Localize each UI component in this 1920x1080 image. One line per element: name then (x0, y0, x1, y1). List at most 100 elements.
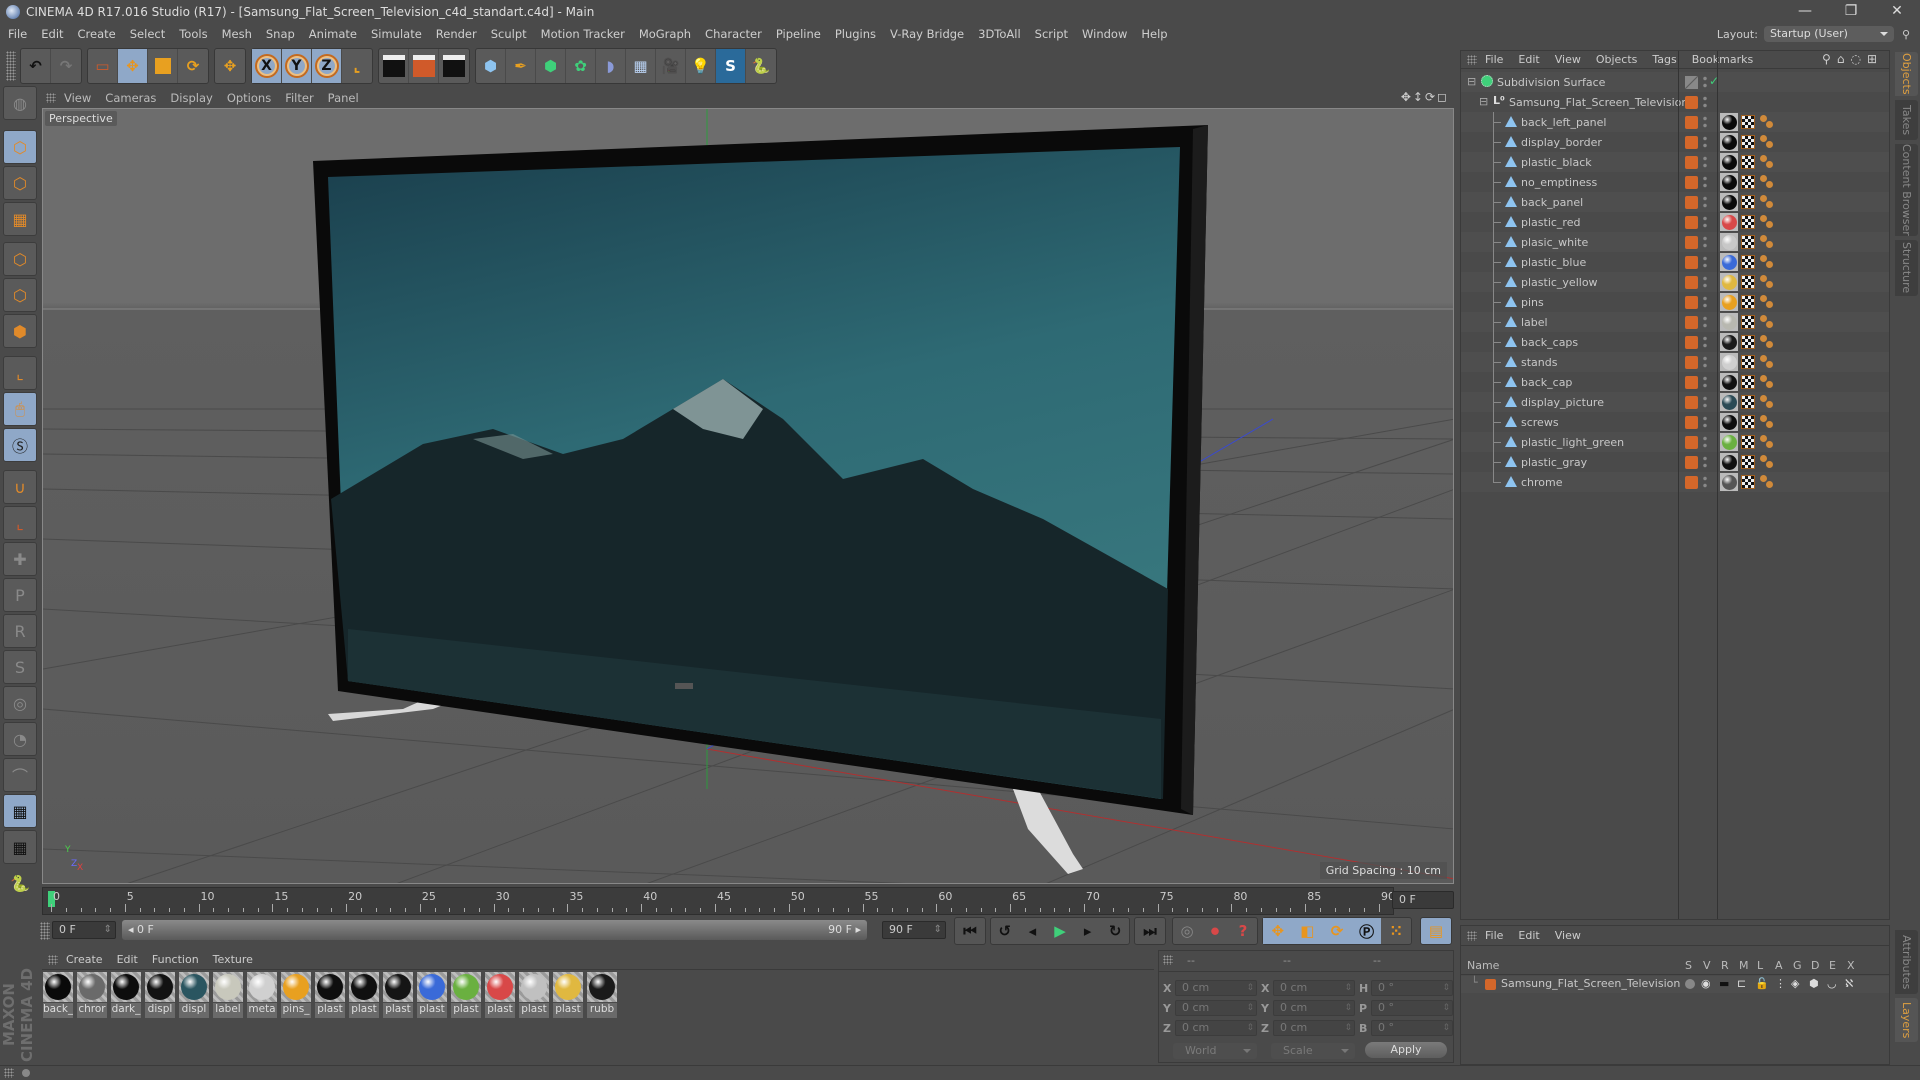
material-tag-icon[interactable] (1720, 193, 1738, 211)
render-settings-icon[interactable] (439, 49, 469, 83)
col-locked[interactable]: L (1757, 959, 1763, 972)
object-name[interactable]: pins (1521, 296, 1544, 309)
phong-tag-icon[interactable] (1760, 135, 1774, 149)
y-axis-lock[interactable]: Y (282, 49, 312, 83)
manager-toggle-icon[interactable]: ⊏ (1737, 977, 1746, 990)
close-button[interactable]: ✕ (1874, 0, 1920, 22)
layer-color-icon[interactable] (1685, 336, 1698, 349)
object-name[interactable]: no_emptiness (1521, 176, 1597, 189)
tab-takes[interactable]: Takes (1895, 100, 1918, 140)
position-y-field[interactable]: 0 cm (1175, 1000, 1257, 1016)
rotation-b-field[interactable]: 0 ° (1371, 1020, 1453, 1036)
visibility-dots[interactable] (1703, 375, 1707, 389)
col-animation[interactable]: A (1775, 959, 1783, 972)
object-row[interactable]: plastic_gray (1461, 452, 1889, 472)
live-selection-icon[interactable]: ✥ (215, 49, 245, 83)
subdivision-surface-icon[interactable]: ⬢ (536, 49, 566, 83)
animation-toggle-icon[interactable]: ⋮ (1775, 977, 1786, 990)
end-frame-field[interactable]: 90 F (882, 921, 946, 939)
menu-edit[interactable]: Edit (41, 27, 63, 41)
uvw-tag-icon[interactable] (1741, 435, 1755, 449)
material-swatch[interactable]: label (212, 972, 244, 1062)
om-menu-file[interactable]: File (1485, 53, 1503, 66)
menu-help[interactable]: Help (1141, 27, 1167, 41)
layer-color-icon[interactable] (1685, 216, 1698, 229)
visibility-dots[interactable] (1703, 195, 1707, 209)
menu-mograph[interactable]: MoGraph (639, 27, 691, 41)
menu-file[interactable]: File (8, 27, 27, 41)
layer-color-icon[interactable] (1685, 156, 1698, 169)
col-xref[interactable]: X (1847, 959, 1855, 972)
om-search-icon[interactable]: ⚲ (1822, 52, 1837, 66)
col-view[interactable]: V (1703, 959, 1711, 972)
rotation-p-field[interactable]: 0 ° (1371, 1000, 1453, 1016)
uvw-tag-icon[interactable] (1741, 415, 1755, 429)
points-mode-icon[interactable]: ⬡ (3, 242, 37, 276)
collapse-icon[interactable]: ⊟ (1479, 95, 1488, 108)
uvw-tag-icon[interactable] (1741, 115, 1755, 129)
array-cloner-icon[interactable]: ✿ (566, 49, 596, 83)
uvw-tag-icon[interactable] (1741, 175, 1755, 189)
minimize-button[interactable]: — (1782, 0, 1828, 22)
visibility-dots[interactable] (1703, 435, 1707, 449)
material-tag-icon[interactable] (1720, 413, 1738, 431)
object-row-samsung-group[interactable]: ⊟ L⁰ Samsung_Flat_Screen_Television (1461, 92, 1889, 112)
phong-tag-icon[interactable] (1760, 175, 1774, 189)
pen-spline-icon[interactable]: ✒ (506, 49, 536, 83)
render-view-icon[interactable] (379, 49, 409, 83)
col-expressions[interactable]: E (1829, 959, 1836, 972)
material-menu-texture[interactable]: Texture (213, 953, 253, 966)
menu-character[interactable]: Character (705, 27, 762, 41)
visibility-dots[interactable] (1703, 475, 1707, 489)
layer-color-icon[interactable] (1685, 416, 1698, 429)
col-generators[interactable]: G (1793, 959, 1802, 972)
layer-color-icon[interactable] (1685, 436, 1698, 449)
layer-none-icon[interactable] (1685, 76, 1698, 89)
visibility-dots[interactable] (1703, 135, 1707, 149)
visibility-dots[interactable] (1703, 115, 1707, 129)
menu-sculpt[interactable]: Sculpt (491, 27, 527, 41)
object-name[interactable]: display_picture (1521, 396, 1604, 409)
uvw-tag-icon[interactable] (1741, 475, 1755, 489)
play-icon[interactable]: ▶ (1046, 918, 1074, 944)
phong-tag-icon[interactable] (1760, 115, 1774, 129)
phong-tag-icon[interactable] (1760, 395, 1774, 409)
visibility-dots[interactable] (1703, 335, 1707, 349)
visibility-dots[interactable] (1703, 75, 1707, 89)
visibility-dots[interactable] (1703, 455, 1707, 469)
material-swatch[interactable]: plast (518, 972, 550, 1062)
phong-tag-icon[interactable] (1760, 275, 1774, 289)
object-name[interactable]: plastic_blue (1521, 256, 1586, 269)
render-picture-viewer-icon[interactable] (409, 49, 439, 83)
layer-color-icon[interactable] (1685, 476, 1698, 489)
menu-tools[interactable]: Tools (179, 27, 207, 41)
next-frame-icon[interactable]: ▸ (1074, 918, 1102, 944)
menu-create[interactable]: Create (78, 27, 116, 41)
om-home-icon[interactable]: ⌂ (1837, 52, 1851, 66)
view-toggle-icon[interactable]: ◉ (1701, 977, 1711, 990)
material-tag-icon[interactable] (1720, 453, 1738, 471)
lm-grip[interactable] (1467, 930, 1477, 941)
material-grip[interactable] (48, 954, 58, 965)
texture-mode-icon[interactable]: ⬡ (3, 166, 37, 200)
layer-color-icon[interactable] (1685, 256, 1698, 269)
material-swatch[interactable]: plast (382, 972, 414, 1062)
material-menu-function[interactable]: Function (152, 953, 199, 966)
object-row[interactable]: plastic_light_green (1461, 432, 1889, 452)
uvw-tag-icon[interactable] (1741, 455, 1755, 469)
object-name[interactable]: plastic_red (1521, 216, 1580, 229)
col-render[interactable]: R (1721, 959, 1729, 972)
keyframe-selection-icon[interactable]: ? (1229, 918, 1257, 944)
material-tag-icon[interactable] (1720, 213, 1738, 231)
om-menu-objects[interactable]: Objects (1596, 53, 1638, 66)
phong-tag-icon[interactable] (1760, 195, 1774, 209)
menu-simulate[interactable]: Simulate (371, 27, 422, 41)
material-tag-icon[interactable] (1720, 173, 1738, 191)
uvw-tag-icon[interactable] (1741, 135, 1755, 149)
layer-color-icon[interactable] (1685, 236, 1698, 249)
object-name[interactable]: Subdivision Surface (1497, 76, 1605, 89)
prev-frame-icon[interactable]: ◂ (1019, 918, 1047, 944)
deformers-toggle-icon[interactable]: ⬢ (1809, 977, 1819, 990)
axis-mode-icon[interactable]: ⌞ (3, 356, 37, 390)
layer-color-icon[interactable] (1685, 356, 1698, 369)
